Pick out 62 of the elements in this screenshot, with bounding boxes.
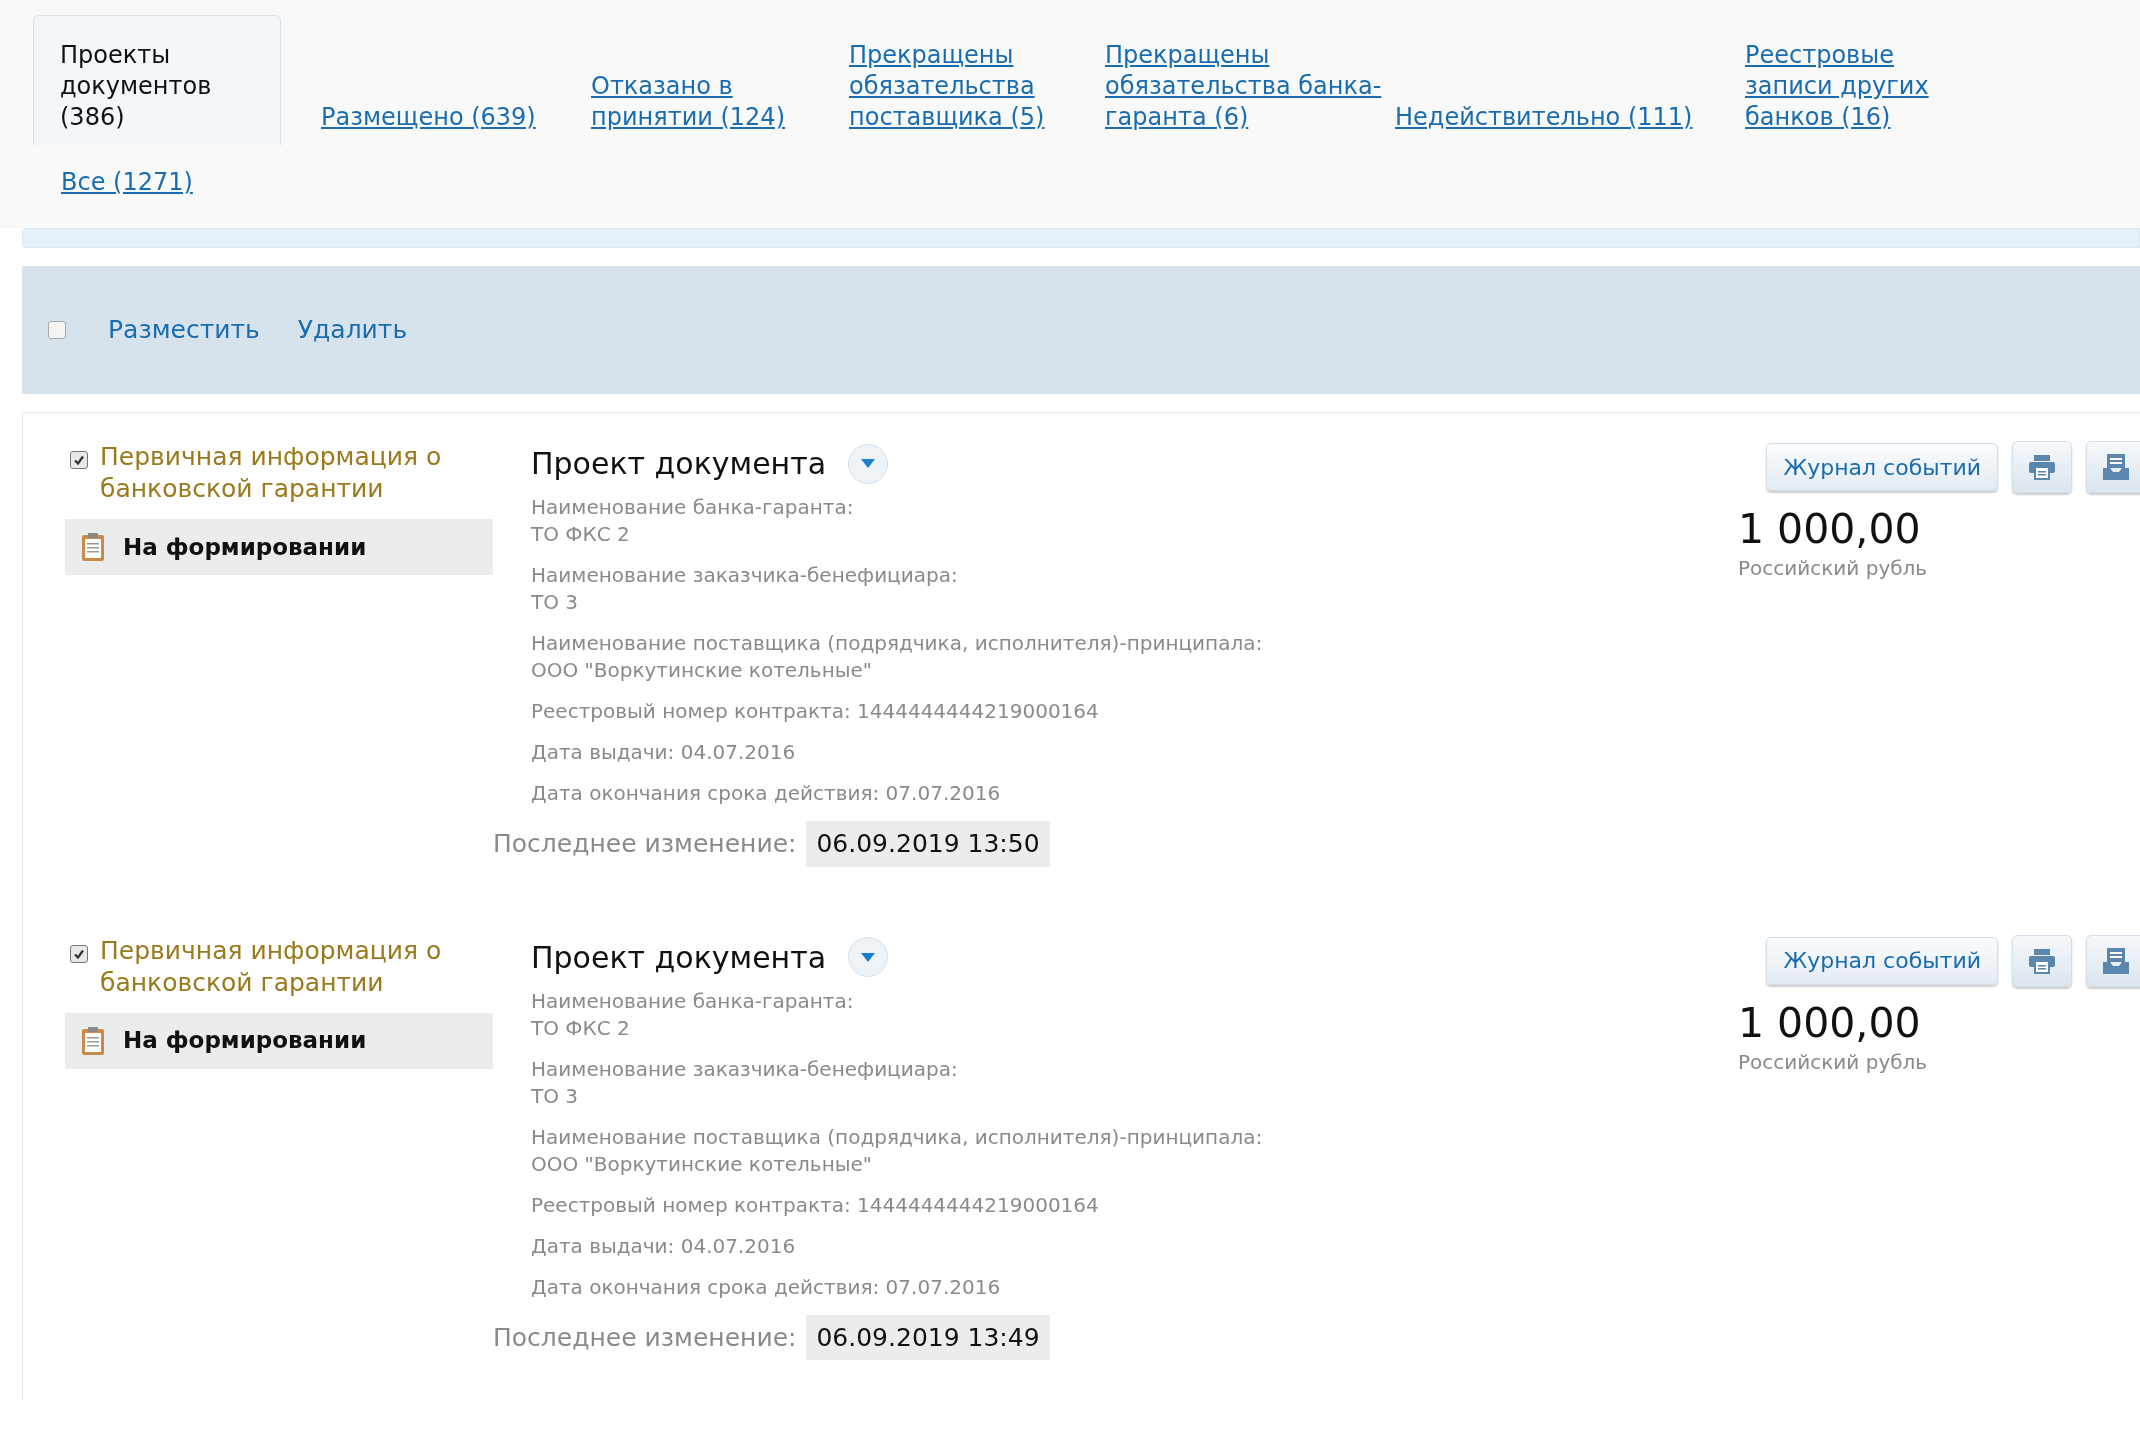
checkmark-icon — [73, 454, 85, 466]
field-value: ООО "Воркутинские котельные" — [531, 1150, 874, 1178]
caret-icon — [861, 952, 876, 962]
document-type: Первичная информация о банковской гарантии — [100, 934, 443, 999]
field-label: Реестровый номер контракта: 1444444444219000164 — [531, 698, 1100, 725]
print-button[interactable] — [2012, 934, 2072, 987]
document-tray-icon — [2101, 945, 2131, 976]
tab[interactable]: Реестровые записи других банков (16) — [1745, 40, 1965, 145]
field-label: Наименование поставщика (подрядчика, исполнителя)-принципала: — [531, 630, 1264, 657]
currency: Российский рубль — [1738, 1048, 1929, 1076]
field-label: Дата выдачи: 04.07.2016 — [531, 1232, 797, 1260]
last-change-label: Последнее изменение: — [493, 1321, 797, 1354]
field-value: ТО 3 — [531, 1082, 580, 1110]
document-title: Проект документа — [531, 445, 827, 483]
field-value: ООО "Воркутинские котельные" — [531, 657, 874, 684]
field-label: Наименование банка-гаранта: — [531, 494, 855, 521]
clipboard-icon — [81, 1025, 105, 1056]
last-change-label: Последнее изменение: — [493, 828, 797, 860]
field-label: Дата окончания срока действия: 07.07.2016 — [531, 780, 1002, 807]
field-value: ТО 3 — [531, 589, 580, 616]
last-change-value: 06.09.2019 13:49 — [806, 1314, 1050, 1360]
checkbox[interactable] — [70, 944, 88, 963]
document-type: Первичная информация о банковской гарантии — [100, 441, 443, 505]
tab[interactable]: Размещено (639) — [321, 102, 591, 145]
tab[interactable]: Прекращены обязательства поставщика (5) — [849, 40, 1105, 145]
document-tray-icon — [2101, 452, 2131, 482]
event-log-button[interactable]: Журнал событий — [1766, 936, 1998, 985]
field-label: Наименование заказчика-бенефициара: — [531, 1055, 959, 1083]
clipboard-icon — [81, 532, 105, 562]
field-label: Наименование заказчика-бенефициара: — [531, 562, 959, 589]
field-label: Реестровый номер контракта: 1444444444219000164 — [531, 1191, 1100, 1219]
currency: Российский рубль — [1738, 555, 1929, 582]
caret-icon — [861, 459, 876, 468]
toolbar-action[interactable]: Разместить — [108, 311, 260, 349]
document-title: Проект документа — [531, 938, 827, 977]
printer-icon — [2027, 946, 2057, 975]
status-badge: На формировании — [65, 519, 493, 575]
tab[interactable]: Прекращены обязательства банка-гаранта (6) — [1105, 40, 1395, 145]
tray-button[interactable] — [2086, 441, 2140, 493]
dropdown-button[interactable] — [848, 937, 889, 977]
toolbar-action[interactable]: Удалить — [297, 311, 408, 349]
field-label: Наименование поставщика (подрядчика, исполнителя)-принципала: — [531, 1123, 1264, 1151]
field-label: Дата окончания срока действия: 07.07.2016 — [531, 1273, 1002, 1301]
field-value: ТО ФКС 2 — [531, 521, 631, 548]
last-change-value: 06.09.2019 13:50 — [806, 821, 1050, 867]
tab[interactable]: Отказано в принятии (124) — [591, 71, 849, 145]
tab[interactable]: Все (1271) — [33, 167, 193, 210]
checkmark-icon — [73, 947, 85, 960]
tray-button[interactable] — [2086, 934, 2140, 987]
printer-icon — [2027, 453, 2057, 481]
event-log-button[interactable]: Журнал событий — [1766, 443, 1998, 491]
field-label: Наименование банка-гаранта: — [531, 987, 855, 1015]
tab[interactable]: Проекты документов (386) — [33, 15, 281, 145]
amount: 1 000,00 — [1738, 505, 1922, 553]
checkbox[interactable] — [48, 321, 66, 339]
amount: 1 000,00 — [1738, 998, 1922, 1047]
print-button[interactable] — [2012, 441, 2072, 493]
status-badge: На формировании — [65, 1012, 493, 1069]
checkbox[interactable] — [70, 451, 88, 469]
field-label: Дата выдачи: 04.07.2016 — [531, 739, 797, 766]
field-value: ТО ФКС 2 — [531, 1014, 631, 1042]
tab[interactable]: Недействительно (111) — [1395, 102, 1745, 145]
